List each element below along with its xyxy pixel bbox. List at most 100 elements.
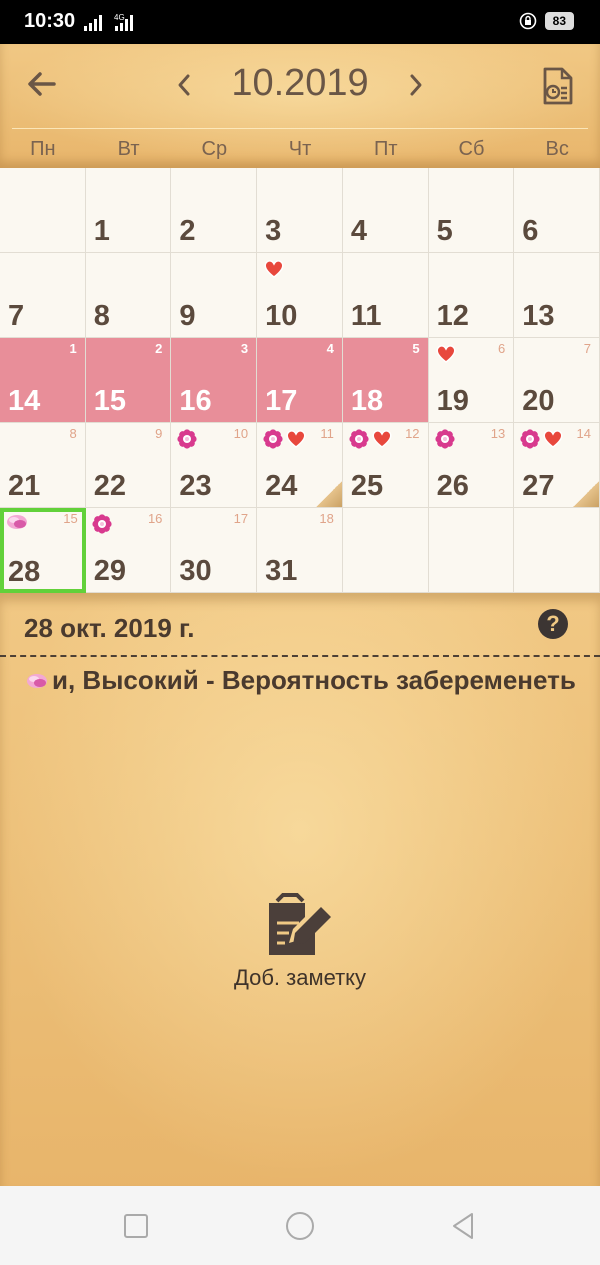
cycle-day-number: 18	[319, 511, 334, 526]
status-bar: 10:30 4G 83	[0, 0, 600, 44]
status-time: 10:30	[24, 10, 76, 32]
day-number: 14	[8, 385, 41, 417]
weekday-label: Пт	[373, 138, 398, 160]
calendar-day-cell[interactable]: 30 17	[171, 508, 258, 593]
lock-rotation-icon	[519, 12, 536, 30]
day-number: 21	[8, 470, 41, 502]
day-number: 30	[179, 555, 212, 587]
calendar-day-cell[interactable]: 23 10	[171, 423, 258, 508]
weekday-label: Вс	[545, 138, 569, 160]
calendar-day-cell[interactable]: 13	[514, 253, 600, 338]
calendar-day-cell[interactable]: 4	[342, 168, 429, 253]
day-number: 25	[350, 470, 384, 502]
fertility-info-row[interactable]: и, Высокий - Вероятность забеременеть	[26, 665, 576, 696]
day-number: 31	[265, 555, 298, 587]
day-number: 19	[436, 385, 469, 417]
weekday-label: Ср	[201, 138, 228, 160]
calendar-day-cell[interactable]: 28 15	[0, 508, 86, 593]
previous-month-icon[interactable]	[172, 70, 196, 100]
empty-day-cell	[342, 508, 429, 593]
calendar-day-cell[interactable]: 25 12	[342, 423, 429, 508]
calendar-grid: 1 2 3 4 5 6 7 8 9 10 11 12 13 14 1 15 2 16 3 17 4 18 5 19 6 20 7 21…	[0, 168, 600, 593]
day-number: 27	[522, 470, 555, 502]
cycle-day-number: 3	[240, 341, 249, 356]
heart-icon	[435, 345, 456, 363]
calendar-day-cell[interactable]: 31 18	[257, 508, 343, 593]
calendar-day-cell[interactable]: 3	[257, 168, 343, 253]
day-icons	[520, 429, 564, 449]
day-number: 6	[522, 215, 539, 247]
calendar-day-cell[interactable]: 6	[514, 168, 600, 253]
back-arrow-icon[interactable]	[24, 66, 60, 102]
day-number: 22	[93, 470, 126, 502]
weekday-row: Пн Вт Ср Чт Пт Сб Вс	[0, 134, 600, 164]
home-icon[interactable]	[284, 1210, 316, 1242]
day-number: 11	[350, 300, 382, 332]
day-details-panel: 28 окт. 2019 г. ? и, Высокий - Вероятнос…	[0, 593, 600, 1186]
calendar-day-cell[interactable]: 10	[257, 253, 343, 338]
cycle-day-number: 8	[69, 426, 77, 441]
day-number: 4	[350, 215, 367, 247]
battery-indicator: 83	[544, 12, 574, 30]
recent-apps-icon[interactable]	[120, 1210, 152, 1242]
next-month-icon[interactable]	[404, 70, 428, 100]
empty-day-cell	[0, 168, 86, 253]
flower-icon	[520, 429, 540, 449]
day-number: 23	[179, 470, 212, 502]
calendar-day-cell[interactable]: 5	[428, 168, 515, 253]
empty-day-cell	[428, 508, 515, 593]
calendar-day-cell[interactable]: 11	[342, 253, 429, 338]
header-divider	[12, 128, 588, 129]
calendar-day-cell[interactable]: 7	[0, 253, 86, 338]
add-note-label: Доб. заметку	[233, 965, 367, 990]
calendar-day-cell[interactable]: 14 1	[0, 338, 86, 423]
report-clock-icon[interactable]	[540, 66, 576, 106]
calendar-day-cell[interactable]: 8	[85, 253, 172, 338]
calendar-day-cell[interactable]: 16 3	[171, 338, 258, 423]
flower-icon	[349, 429, 369, 449]
day-number: 26	[436, 470, 469, 502]
cycle-day-number: 14	[576, 426, 591, 441]
calendar-day-cell[interactable]: 1	[85, 168, 172, 253]
calendar-day-cell[interactable]: 24 11	[257, 423, 343, 508]
heart-icon	[264, 260, 284, 278]
edit-note-icon	[269, 893, 331, 955]
fertility-info-text: и, Высокий - Вероятность забеременеть	[52, 665, 576, 695]
calendar-header: 10.2019 Пн Вт Ср Чт Пт Сб Вс	[0, 44, 600, 168]
calendar-day-cell[interactable]: 29 16	[85, 508, 172, 593]
calendar-day-cell[interactable]: 15 2	[85, 338, 172, 423]
cycle-day-number: 17	[233, 511, 249, 526]
day-number: 10	[265, 300, 298, 332]
calendar-day-cell[interactable]: 22 9	[85, 423, 172, 508]
flower-icon	[92, 514, 112, 534]
calendar-day-cell[interactable]: 20 7	[514, 338, 600, 423]
calendar-day-cell[interactable]: 21 8	[0, 423, 86, 508]
day-number: 8	[93, 300, 110, 332]
day-number: 29	[93, 555, 126, 587]
cycle-day-number: 10	[233, 426, 249, 441]
calendar-day-cell[interactable]: 19 6	[428, 338, 515, 423]
day-number: 9	[179, 300, 196, 332]
heart-icon	[286, 430, 306, 448]
cycle-day-number: 6	[498, 341, 506, 356]
svg-text:4G: 4G	[114, 13, 125, 22]
day-number: 20	[522, 385, 555, 417]
day-number: 12	[436, 300, 469, 332]
signal-icon: 4G	[84, 13, 133, 31]
month-title: 10.2019	[231, 62, 369, 104]
calendar-day-cell[interactable]: 2	[171, 168, 258, 253]
day-number: 17	[265, 385, 298, 417]
back-triangle-icon[interactable]	[448, 1210, 480, 1242]
calendar-day-cell[interactable]: 18 5	[342, 338, 429, 423]
calendar-day-cell[interactable]: 17 4	[257, 338, 343, 423]
help-icon[interactable]: ?	[538, 609, 568, 639]
day-icons	[263, 429, 307, 449]
cycle-day-number: 12	[405, 426, 420, 441]
calendar-day-cell[interactable]: 26 13	[428, 423, 515, 508]
day-number: 2	[179, 215, 196, 247]
calendar-day-cell[interactable]: 12	[428, 253, 515, 338]
calendar-day-cell[interactable]: 9	[171, 253, 258, 338]
calendar-day-cell[interactable]: 27 14	[514, 423, 600, 508]
flower-icon	[434, 429, 455, 449]
add-note-button[interactable]: Доб. заметку	[0, 893, 600, 991]
